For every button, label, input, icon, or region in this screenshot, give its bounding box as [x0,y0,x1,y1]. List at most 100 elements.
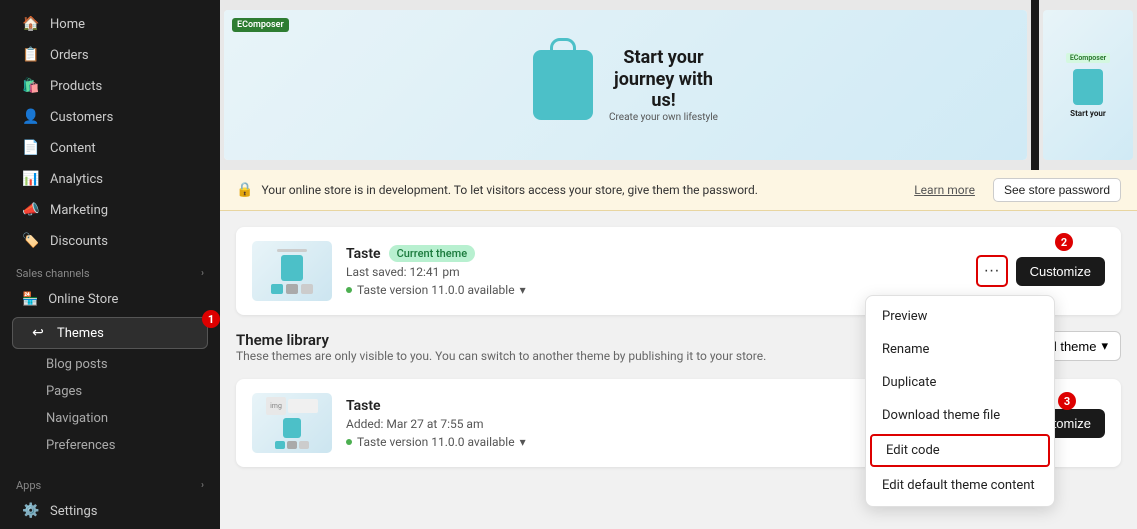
library-title-block: Theme library These themes are only visi… [236,331,766,375]
theme-info: Taste Current theme Last saved: 12:41 pm… [346,245,962,297]
sidebar-home-label: Home [50,17,85,32]
current-theme-card: Taste Current theme Last saved: 12:41 pm… [236,227,1121,315]
sidebar-themes-label: Themes [57,326,104,341]
dropdown-item-edit-default[interactable]: Edit default theme content [866,469,1054,502]
thumb-bag-icon [281,255,303,281]
edit-code-label: Edit code [886,443,940,458]
sidebar-item-navigation[interactable]: Navigation [6,406,214,431]
dropdown-menu: Preview Rename Duplicate Download theme … [865,295,1055,507]
sidebar-online-store-label: Online Store [48,292,118,307]
banner-message: Your online store is in development. To … [261,183,757,197]
dropdown-item-preview[interactable]: Preview [866,300,1054,333]
sidebar-item-customers[interactable]: 👤 Customers [6,102,214,132]
annotation-badge-1: 1 [202,310,220,328]
add-theme-chevron: ▾ [1101,338,1108,354]
desktop-preview: EComposer Start your journey with us! Cr… [224,10,1027,160]
sidebar-item-orders[interactable]: 📋 Orders [6,40,214,70]
mobile-preview-inner: EComposer Start your [1043,10,1133,160]
settings-icon: ⚙️ [22,503,40,519]
apps-section: Apps › [0,469,220,496]
mobile-preview: EComposer Start your [1043,10,1133,160]
sidebar-marketing-label: Marketing [50,203,108,218]
sidebar-item-pages[interactable]: Pages [6,379,214,404]
home-icon: 🏠 [22,16,40,32]
learn-more-link[interactable]: Learn more [914,183,975,197]
library-description: These themes are only visible to you. Yo… [236,349,766,363]
library-theme-name: Taste [346,398,381,414]
content-scroll: Taste Current theme Last saved: 12:41 pm… [220,211,1137,529]
library-title: Theme library [236,331,766,349]
themes-icon: ↩ [29,325,47,341]
apps-chevron[interactable]: › [201,480,204,491]
dropdown-item-edit-code[interactable]: Edit code 3 [870,434,1050,467]
discounts-icon: 🏷️ [22,233,40,249]
see-store-password-button[interactable]: See store password [993,178,1121,202]
sidebar-products-label: Products [50,79,102,94]
sidebar-item-products[interactable]: 🛍️ Products [6,71,214,101]
dropdown-item-download[interactable]: Download theme file [866,399,1054,432]
dropdown-item-rename[interactable]: Rename [866,333,1054,366]
sidebar-settings-label: Settings [50,504,97,519]
composer-badge: EComposer [232,18,289,32]
dropdown-item-duplicate[interactable]: Duplicate [866,366,1054,399]
analytics-icon: 📊 [22,171,40,187]
blog-posts-label: Blog posts [46,357,108,372]
more-options-button[interactable]: ··· [976,255,1008,287]
mobile-composer-badge: EComposer [1066,53,1110,63]
library-theme-thumbnail: img [252,393,332,453]
customize-button[interactable]: Customize [1016,257,1105,286]
preferences-label: Preferences [46,438,115,453]
mobile-text: Start your [1070,109,1106,118]
library-thumb-inner: img [252,393,332,453]
library-thumb-bag [283,418,301,438]
theme-preview-strip: EComposer Start your journey with us! Cr… [220,0,1137,170]
library-version-chevron: ▾ [520,435,526,449]
sales-channels-chevron[interactable]: › [201,268,204,279]
library-theme-version: Taste version 11.0.0 available [357,435,515,449]
theme-actions: 2 ··· Customize Preview Rename Duplicate… [976,255,1105,287]
sidebar-item-online-store[interactable]: 🏪 Online Store [6,285,214,314]
orders-icon: 📋 [22,47,40,63]
current-theme-thumbnail [252,241,332,301]
sidebar-customers-label: Customers [50,110,113,125]
heading-line2: journey with [614,69,713,90]
theme-last-saved: Last saved: 12:41 pm [346,265,962,279]
sidebar-orders-label: Orders [50,48,89,63]
main-content: EComposer Start your journey with us! Cr… [220,0,1137,529]
mobile-bag [1073,69,1103,105]
annotation-badge-3: 3 [1058,392,1076,410]
theme-version-text: Taste version 11.0.0 available [357,283,515,297]
sidebar-discounts-label: Discounts [50,234,108,249]
sidebar-item-preferences[interactable]: Preferences [6,433,214,458]
sidebar-item-analytics[interactable]: 📊 Analytics [6,164,214,194]
sidebar-item-settings[interactable]: ⚙️ Settings [6,496,214,526]
version-chevron: ▾ [520,283,526,297]
sidebar-item-themes[interactable]: ↩ Themes [12,317,208,349]
sidebar-item-content[interactable]: 📄 Content [6,133,214,163]
sidebar-item-marketing[interactable]: 📣 Marketing [6,195,214,225]
sidebar-item-blog-posts[interactable]: Blog posts [6,352,214,377]
preview-separator [1031,0,1039,170]
sales-channels-label: Sales channels [16,267,90,280]
sales-channels-section: Sales channels › [0,257,220,284]
sidebar-item-discounts[interactable]: 🏷️ Discounts [6,226,214,256]
version-dot [346,287,352,293]
sidebar-content-label: Content [50,141,96,156]
themes-container: ↩ Themes 1 [6,316,214,350]
desktop-preview-inner: EComposer Start your journey with us! Cr… [224,10,1027,160]
content-icon: 📄 [22,140,40,156]
bag-image [533,50,593,120]
online-store-icon: 🏪 [22,292,38,307]
annotation-badge-2: 2 [1055,233,1073,251]
library-version-dot [346,439,352,445]
customers-icon: 👤 [22,109,40,125]
apps-label: Apps [16,479,41,492]
sidebar-item-home[interactable]: 🏠 Home [6,9,214,39]
pages-label: Pages [46,384,82,399]
preview-heading: Start your journey with us! [609,47,718,112]
theme-name-row: Taste Current theme [346,245,962,262]
lock-icon: 🔒 [236,182,253,198]
current-theme-badge: Current theme [389,245,476,262]
heading-line1: Start your [623,47,703,68]
thumb-inner [252,241,332,301]
